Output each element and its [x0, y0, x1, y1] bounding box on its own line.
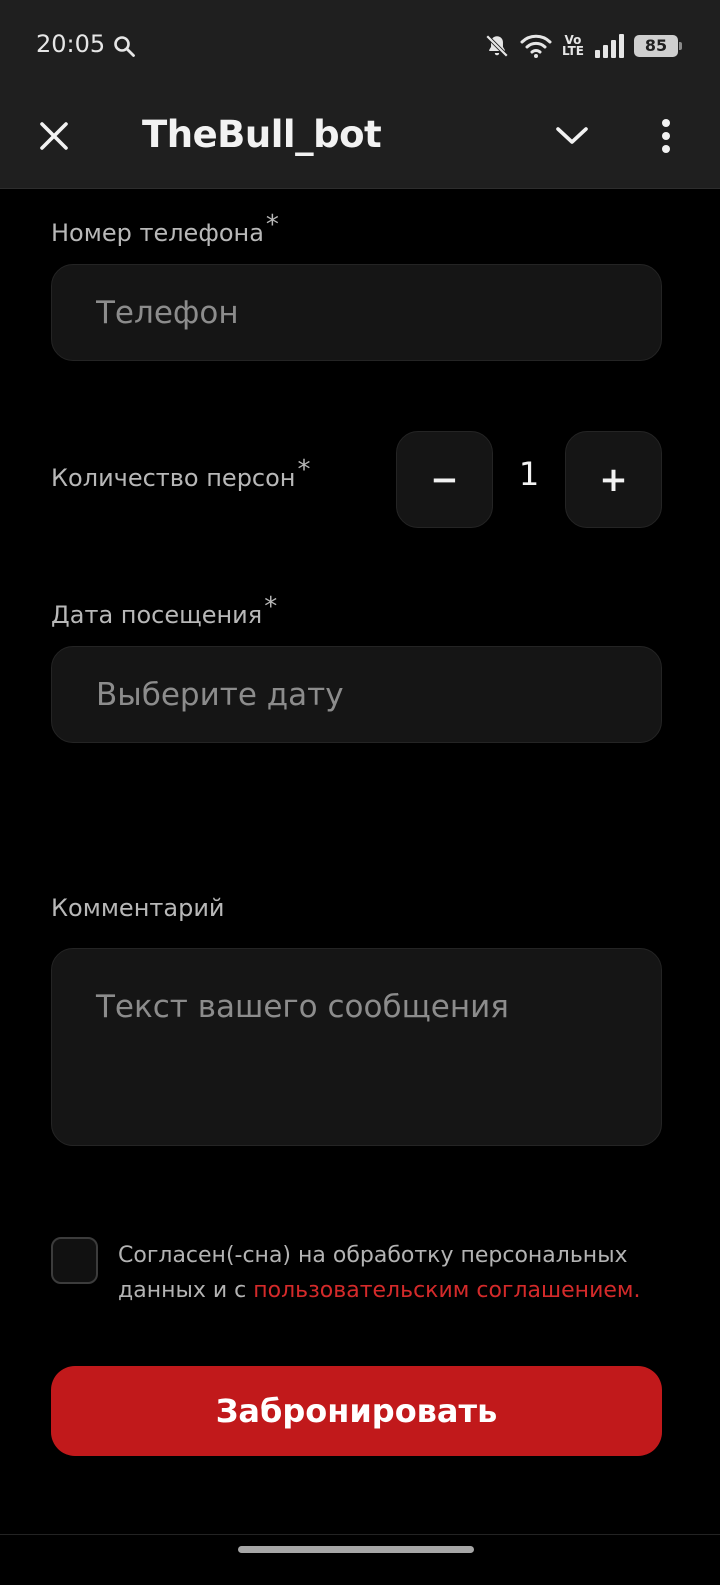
comment-textarea[interactable] — [51, 948, 662, 1146]
required-mark: * — [264, 592, 278, 622]
volte-indicator: Vo LTE — [561, 34, 584, 58]
signal-icon — [595, 34, 624, 58]
book-button[interactable]: Забронировать — [51, 1366, 662, 1456]
comment-label-text: Комментарий — [51, 894, 225, 922]
app-bar: TheBull_bot — [0, 90, 720, 189]
close-button[interactable] — [30, 112, 78, 160]
chevron-down-icon — [556, 127, 588, 144]
volte-bottom-label: LTE — [561, 44, 584, 58]
decrease-persons-button[interactable]: − — [396, 431, 493, 528]
persons-value: 1 — [518, 455, 540, 493]
close-icon — [40, 122, 68, 150]
consent-text: Согласен(-сна) на обработку персональных… — [118, 1238, 678, 1308]
more-vertical-icon — [662, 119, 670, 153]
search-icon — [114, 36, 135, 57]
required-mark: * — [297, 455, 311, 485]
phone-input[interactable] — [51, 264, 662, 361]
app-title: TheBull_bot — [142, 113, 382, 156]
date-placeholder: Выберите дату — [96, 676, 344, 713]
date-label: Дата посещения* — [51, 592, 277, 629]
status-indicators: Vo LTE 85 — [484, 30, 682, 62]
battery-indicator: 85 — [634, 35, 682, 57]
status-time: 20:05 — [36, 30, 106, 58]
required-mark: * — [265, 210, 279, 240]
comment-label: Комментарий — [51, 894, 225, 922]
persons-label-text: Количество персон — [51, 464, 296, 492]
persons-label: Количество персон* — [51, 455, 311, 492]
status-bar: 20:05 Vo LTE 85 — [0, 0, 720, 90]
phone-label-text: Номер телефона — [51, 219, 264, 247]
date-picker-field[interactable]: Выберите дату — [51, 646, 662, 743]
wifi-icon — [520, 34, 552, 58]
plus-icon: + — [599, 459, 628, 500]
more-options-button[interactable] — [648, 112, 684, 160]
minus-icon: − — [430, 459, 459, 500]
bell-muted-icon — [485, 34, 509, 58]
increase-persons-button[interactable]: + — [565, 431, 662, 528]
divider — [0, 1534, 720, 1535]
user-agreement-link[interactable]: пользовательским соглашением. — [253, 1278, 640, 1303]
date-label-text: Дата посещения — [51, 601, 263, 629]
home-indicator[interactable] — [238, 1546, 474, 1553]
phone-label: Номер телефона* — [51, 210, 279, 247]
collapse-button[interactable] — [548, 112, 596, 160]
consent-checkbox[interactable] — [51, 1237, 98, 1284]
